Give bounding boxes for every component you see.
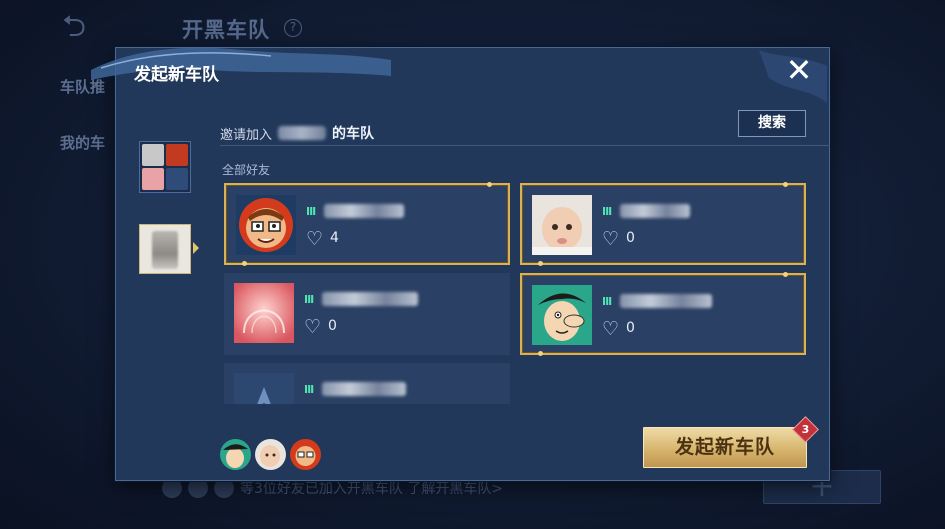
dialog-title: 发起新车队 bbox=[134, 65, 219, 85]
invite-suffix: 的车队 bbox=[332, 126, 375, 142]
rank-icon: III bbox=[602, 295, 612, 308]
team-slot-avatar bbox=[166, 168, 188, 190]
heart-icon: ♡ bbox=[304, 316, 322, 338]
side-tab-recommend[interactable]: 车队推 bbox=[60, 76, 105, 97]
side-tab-my-team[interactable]: 我的车 bbox=[60, 132, 105, 153]
cartoon-avatar-icon bbox=[236, 195, 296, 255]
corner-sparkle-icon bbox=[538, 261, 543, 266]
friend-card[interactable]: III ♡ 4 bbox=[224, 182, 510, 266]
footer-avatar bbox=[162, 478, 182, 498]
help-icon[interactable]: ? bbox=[284, 19, 302, 37]
rank-icon: III bbox=[306, 205, 316, 218]
footer-avatar bbox=[188, 478, 208, 498]
heart-icon: ♡ bbox=[602, 318, 620, 340]
heart-icon: ♡ bbox=[602, 228, 620, 250]
back-arrow-icon[interactable]: ⮌ bbox=[62, 12, 118, 42]
baby-photo-icon bbox=[532, 195, 592, 255]
default-avatar-icon bbox=[234, 373, 294, 404]
friend-card[interactable]: III ♡ 0 bbox=[520, 182, 806, 266]
blurred-name bbox=[278, 126, 327, 140]
selected-avatar[interactable] bbox=[290, 439, 321, 470]
selected-arrow-icon bbox=[193, 242, 199, 254]
heart-count: 0 bbox=[626, 320, 635, 336]
heart-icon: ♡ bbox=[306, 228, 324, 250]
selected-avatar[interactable] bbox=[255, 439, 286, 470]
selected-friends bbox=[220, 439, 321, 470]
footer-text[interactable]: 等3位好友已加入开黑车队 了解开黑车队> bbox=[240, 478, 503, 498]
heart-count: 0 bbox=[328, 318, 337, 334]
heart-count: 0 bbox=[626, 230, 635, 246]
footer-avatar bbox=[214, 478, 234, 498]
cartoon-green-avatar-icon bbox=[532, 285, 592, 345]
friend-list[interactable]: III ♡ 4 III ♡ 0 III ♡ 0 III ♡ 0 III bbox=[222, 179, 807, 404]
friend-name-blurred bbox=[324, 204, 404, 218]
corner-sparkle-icon bbox=[242, 261, 247, 266]
friend-avatar bbox=[236, 195, 296, 255]
team-slot-grid[interactable] bbox=[139, 141, 191, 193]
friend-name-blurred bbox=[322, 382, 406, 396]
pink-abstract-icon bbox=[234, 283, 294, 343]
heart-count: 4 bbox=[330, 230, 339, 246]
rank-icon: III bbox=[602, 205, 612, 218]
rank-icon: III bbox=[304, 293, 314, 306]
corner-sparkle-icon bbox=[487, 182, 492, 187]
friend-name-blurred bbox=[322, 292, 418, 306]
page-title: 开黑车队 bbox=[182, 18, 270, 42]
invite-prefix: 邀请加入 bbox=[220, 127, 273, 143]
friend-name-blurred bbox=[620, 294, 712, 308]
footer-status: 等3位好友已加入开黑车队 了解开黑车队> bbox=[162, 478, 503, 498]
friend-avatar bbox=[234, 373, 294, 404]
divider bbox=[220, 145, 830, 146]
friend-name-blurred bbox=[620, 204, 690, 218]
section-label: 全部好友 bbox=[222, 163, 271, 177]
corner-sparkle-icon bbox=[783, 182, 788, 187]
launch-team-button[interactable]: 发起新车队 bbox=[643, 427, 807, 468]
new-team-dialog: 发起新车队 ✕ 邀请加入 的车队 搜索 全部好友 III ♡ 4 III ♡ 0… bbox=[91, 47, 830, 481]
corner-sparkle-icon bbox=[783, 272, 788, 277]
friend-avatar bbox=[532, 285, 592, 345]
friend-card[interactable]: III bbox=[224, 363, 510, 404]
friend-avatar bbox=[532, 195, 592, 255]
selected-avatar[interactable] bbox=[220, 439, 251, 470]
invite-line: 邀请加入 的车队 bbox=[220, 123, 374, 143]
team-slot-avatar bbox=[142, 168, 164, 190]
friend-card[interactable]: III ♡ 0 bbox=[520, 272, 806, 356]
friend-card[interactable]: III ♡ 0 bbox=[224, 273, 510, 355]
friend-avatar bbox=[234, 283, 294, 343]
search-button[interactable]: 搜索 bbox=[738, 110, 806, 137]
corner-sparkle-icon bbox=[538, 351, 543, 356]
team-slot-avatar bbox=[166, 144, 188, 166]
close-icon[interactable]: ✕ bbox=[782, 54, 816, 88]
self-avatar[interactable] bbox=[139, 224, 191, 274]
rank-icon: III bbox=[304, 383, 314, 396]
team-slot-avatar bbox=[142, 144, 164, 166]
